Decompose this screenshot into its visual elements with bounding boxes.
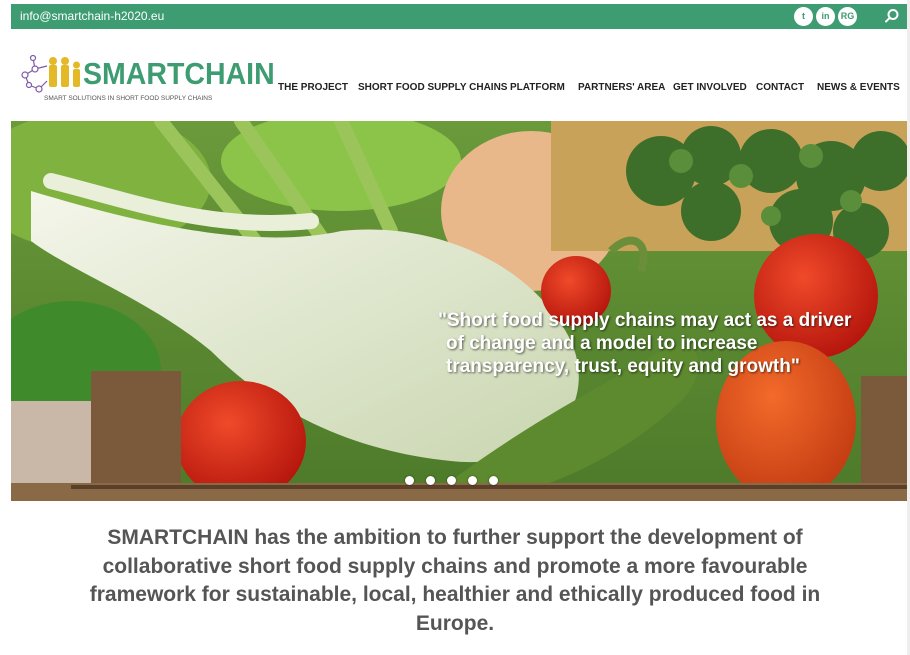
linkedin-icon[interactable]: in (816, 7, 835, 26)
site-header: SMARTCHAIN SMART SOLUTIONS IN SHORT FOOD… (11, 29, 907, 121)
logo-subtitle: SMART SOLUTIONS IN SHORT FOOD SUPPLY CHA… (44, 95, 213, 102)
slider-dot-3[interactable] (447, 476, 456, 485)
search-icon[interactable] (884, 8, 900, 24)
slider-dot-1[interactable] (405, 476, 414, 485)
nav-get-involved[interactable]: GET INVOLVED (673, 82, 747, 93)
nav-contact[interactable]: CONTACT (756, 82, 804, 93)
email-link[interactable]: info@smartchain-h2020.eu (20, 9, 164, 23)
nav-news-events[interactable]: NEWS & EVENTS (817, 82, 900, 93)
hero-quote-line-1: "Short food supply chains may act as a d… (438, 310, 852, 331)
nav-short-food-supply-chains[interactable]: SHORT FOOD SUPPLY CHAINS (358, 82, 507, 93)
researchgate-icon[interactable]: RG (838, 7, 857, 26)
logo[interactable]: SMARTCHAIN SMART SOLUTIONS IN SHORT FOOD… (19, 47, 275, 107)
frame-left (0, 0, 10, 655)
nav-partners-area[interactable]: PARTNERS' AREA (578, 82, 665, 93)
twitter-icon[interactable]: t (794, 7, 813, 26)
logo-title: SMARTCHAIN (83, 56, 275, 91)
nav-platform[interactable]: PLATFORM (510, 82, 565, 93)
hero-quote-line-2: of change and a model to increase (446, 333, 758, 354)
hero-quote: "Short food supply chains may act as a d… (438, 309, 907, 378)
hero-slider[interactable]: "Short food supply chains may act as a d… (11, 121, 907, 501)
slider-dot-4[interactable] (468, 476, 477, 485)
nav-the-project[interactable]: THE PROJECT (278, 82, 348, 93)
hero-quote-line-3: transparency, trust, equity and growth" (446, 356, 800, 377)
logo-network-icon (21, 54, 80, 93)
slider-dot-5[interactable] (489, 476, 498, 485)
slider-dot-2[interactable] (426, 476, 435, 485)
intro-statement: SMARTCHAIN has the ambition to further s… (89, 526, 821, 635)
top-bar: info@smartchain-h2020.eu t in RG (11, 4, 907, 29)
